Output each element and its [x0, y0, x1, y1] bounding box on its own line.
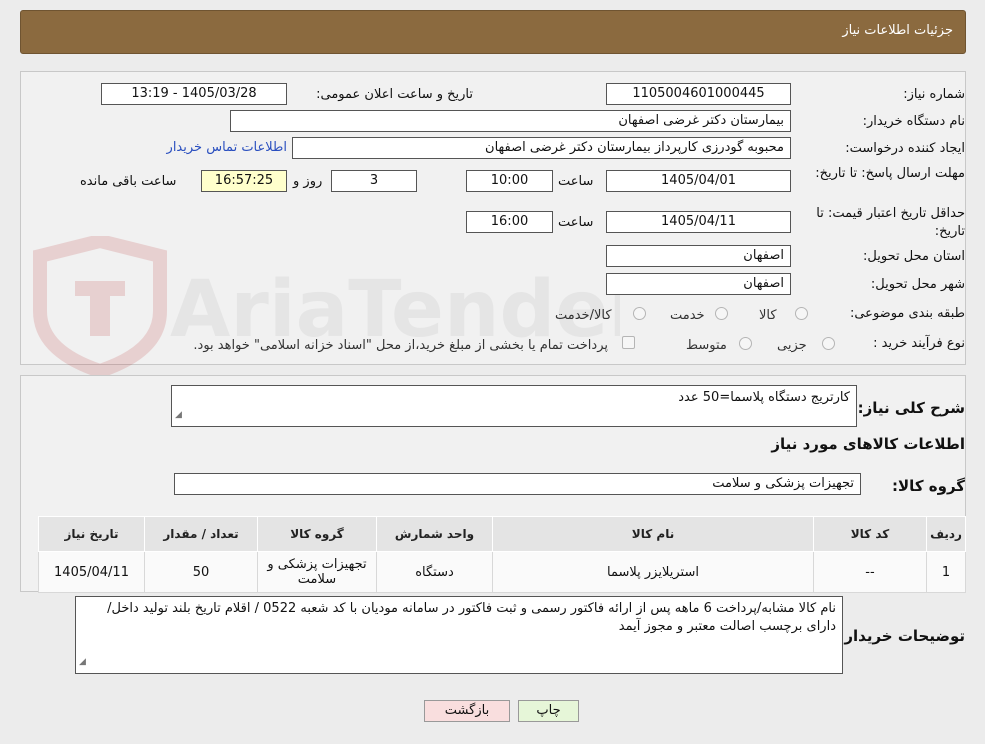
- col-row-number: ردیف: [926, 516, 966, 552]
- buyer-notes-textarea[interactable]: نام کالا مشابه/پرداخت 6 ماهه پس از ارائه…: [75, 596, 843, 674]
- category-radio-service[interactable]: [715, 307, 728, 320]
- goods-section-title: اطلاعات کالاهای مورد نیاز: [771, 435, 965, 453]
- description-textarea[interactable]: کارتریج دستگاه پلاسما=50 عدد ◢: [171, 385, 857, 427]
- category-radio-goods[interactable]: [795, 307, 808, 320]
- category-option-goods-service: کالا/خدمت: [555, 308, 612, 323]
- col-unit: واحد شمارش: [376, 516, 493, 552]
- price-validity-time-field: 16:00: [466, 211, 553, 233]
- buyer-org-label: نام دستگاه خریدار:: [862, 114, 965, 129]
- description-text: کارتریج دستگاه پلاسما=50 عدد: [678, 390, 850, 405]
- announce-datetime-field: 1405/03/28 - 13:19: [101, 83, 287, 105]
- need-number-field: 1105004601000445: [606, 83, 791, 105]
- buyer-org-field: بیمارستان دکتر غرضی اصفهان: [230, 110, 791, 132]
- col-item-name: نام کالا: [492, 516, 814, 552]
- cell-quantity: 50: [144, 551, 258, 593]
- description-label: شرح کلی نیاز:: [857, 399, 965, 417]
- category-radio-goods-service[interactable]: [633, 307, 646, 320]
- treasury-payment-note: پرداخت تمام یا بخشی از مبلغ خرید،از محل …: [193, 338, 608, 353]
- deadline-date-field: 1405/04/01: [606, 170, 791, 192]
- remaining-time-label: ساعت باقی مانده: [80, 174, 177, 189]
- days-remaining-field: 3: [331, 170, 417, 192]
- items-table: ردیف کد کالا نام کالا واحد شمارش گروه کا…: [38, 516, 966, 593]
- col-item-code: کد کالا: [813, 516, 927, 552]
- remaining-time-field: 16:57:25: [201, 170, 287, 192]
- process-radio-medium[interactable]: [739, 337, 752, 350]
- print-button[interactable]: چاپ: [518, 700, 579, 722]
- process-option-minor: جزیی: [777, 338, 807, 353]
- validity-time-word: ساعت: [558, 215, 594, 230]
- goods-group-label: گروه کالا:: [892, 477, 965, 495]
- cell-need-date: 1405/04/11: [38, 551, 145, 593]
- price-validity-date-field: 1405/04/11: [606, 211, 791, 233]
- deadline-time-field: 10:00: [466, 170, 553, 192]
- page-header: جزئیات اطلاعات نیاز: [20, 10, 966, 54]
- cell-item-name: استریلایزر پلاسما: [492, 551, 814, 593]
- table-header-row: ردیف کد کالا نام کالا واحد شمارش گروه کا…: [38, 516, 966, 552]
- process-type-label: نوع فرآیند خرید :: [873, 336, 965, 351]
- city-label: شهر محل تحویل:: [870, 277, 965, 292]
- creator-label: ایجاد کننده درخواست:: [845, 141, 965, 156]
- process-option-medium: متوسط: [686, 338, 727, 353]
- buyer-notes-text: نام کالا مشابه/پرداخت 6 ماهه پس از ارائه…: [107, 601, 836, 634]
- deadline-label: مهلت ارسال پاسخ: تا تاریخ:: [815, 166, 965, 181]
- page-title: جزئیات اطلاعات نیاز: [842, 23, 953, 38]
- buyer-contact-link[interactable]: اطلاعات تماس خریدار: [167, 140, 287, 155]
- city-field: اصفهان: [606, 273, 791, 295]
- cell-row-number: 1: [926, 551, 966, 593]
- col-goods-group: گروه کالا: [257, 516, 377, 552]
- col-need-date: تاریخ نیاز: [38, 516, 145, 552]
- category-option-service: خدمت: [670, 308, 705, 323]
- cell-unit: دستگاه: [376, 551, 493, 593]
- creator-field: محبوبه گودرزی کارپرداز بیمارستان دکتر غر…: [292, 137, 791, 159]
- resize-grip-icon[interactable]: ◢: [175, 406, 182, 424]
- table-row: 1 -- استریلایزر پلاسما دستگاه تجهیزات پز…: [38, 551, 966, 593]
- province-label: استان محل تحویل:: [863, 249, 965, 264]
- buyer-notes-label: توضیحات خریدار:: [838, 627, 965, 645]
- cell-item-code: --: [813, 551, 927, 593]
- cell-goods-group: تجهیزات پزشکی و سلامت: [257, 551, 377, 593]
- category-label: طبقه بندی موضوعی:: [849, 306, 965, 321]
- category-option-goods: کالا: [759, 308, 777, 323]
- announce-label: تاریخ و ساعت اعلان عمومی:: [316, 87, 473, 102]
- treasury-payment-checkbox[interactable]: [622, 336, 635, 349]
- province-field: اصفهان: [606, 245, 791, 267]
- back-button[interactable]: بازگشت: [424, 700, 510, 722]
- deadline-time-word: ساعت: [558, 174, 594, 189]
- col-quantity: تعداد / مقدار: [144, 516, 258, 552]
- process-radio-minor[interactable]: [822, 337, 835, 350]
- goods-group-field: تجهیزات پزشکی و سلامت: [174, 473, 861, 495]
- price-validity-label: حداقل تاریخ اعتبار قیمت: تا تاریخ:: [816, 206, 965, 239]
- days-word: روز و: [293, 174, 323, 189]
- need-number-label: شماره نیاز:: [903, 87, 965, 102]
- resize-grip-icon[interactable]: ◢: [79, 653, 86, 671]
